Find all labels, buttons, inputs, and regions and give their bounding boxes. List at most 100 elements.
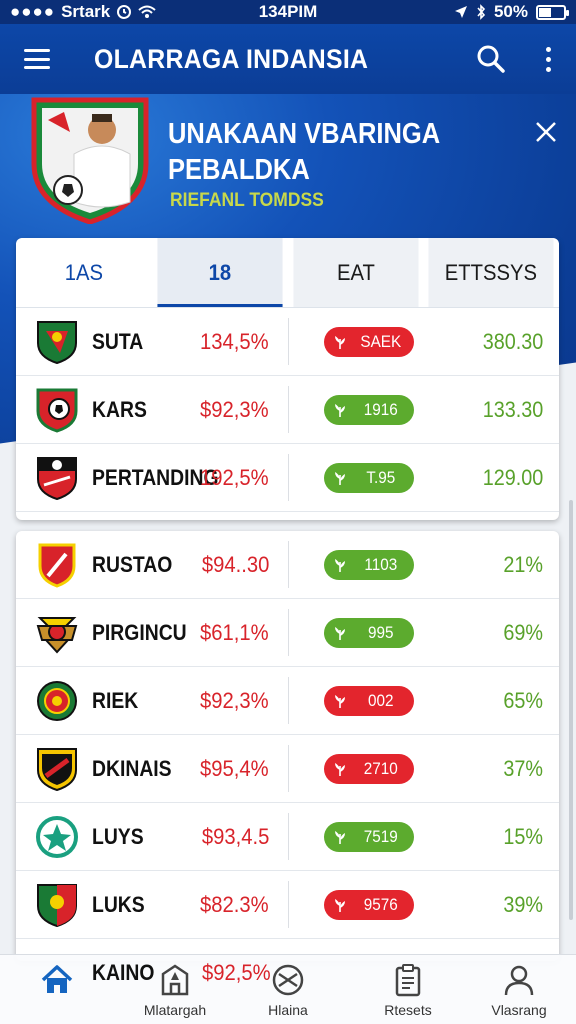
hero-title-line2: PEBALDKA	[168, 154, 310, 186]
status-pill[interactable]: 9576	[324, 889, 414, 920]
team-score: 37%	[503, 755, 543, 781]
nav-match-label: Hlaina	[268, 1002, 308, 1018]
team-percentage: $92,3%	[200, 396, 269, 422]
table-row[interactable]: RIEK $92,3% 002 65%	[16, 667, 559, 735]
team-name: DKINAIS	[92, 755, 172, 781]
pill-value: 002	[368, 690, 394, 710]
row-divider	[288, 318, 289, 365]
tab-eat[interactable]: EAT	[292, 238, 418, 307]
app-title: OLARRAGA INDANSIA	[94, 43, 369, 74]
signal-dots-icon: ●●●●	[10, 2, 56, 21]
leaf-icon	[327, 465, 353, 491]
battery-icon	[536, 4, 569, 20]
team-percentage: $61,1%	[200, 619, 269, 645]
table-row[interactable]: PIRGINCU $61,1% 995 69%	[16, 599, 559, 667]
tab-1as[interactable]: 1AS	[21, 238, 147, 307]
home-icon	[41, 965, 73, 993]
app-bar: OLARRAGA INDANSIA	[0, 24, 576, 94]
row-divider	[288, 745, 289, 792]
nav-stadium[interactable]: Mlatargah	[120, 962, 230, 1018]
nav-results[interactable]: Rtesets	[353, 962, 463, 1018]
nav-home[interactable]	[2, 962, 112, 1002]
table-row[interactable]: SUTA 134,5% SAEK 380.30	[16, 308, 559, 376]
row-divider	[288, 881, 289, 928]
status-pill[interactable]: 1103	[324, 549, 414, 580]
leaf-icon	[327, 688, 353, 714]
team-badge-icon	[36, 678, 78, 724]
tab-ettssys[interactable]: ETTSSYS	[428, 238, 554, 307]
status-pill[interactable]: 002	[324, 685, 414, 716]
team-name: PIRGINCU	[92, 619, 187, 645]
team-badge-icon	[36, 455, 78, 501]
table-row[interactable]: LUKS $82.3% 9576 39%	[16, 871, 559, 939]
tab-18[interactable]: 18	[157, 238, 283, 307]
status-pill[interactable]: T.95	[324, 462, 414, 493]
search-icon[interactable]	[476, 44, 506, 74]
team-score: 380.30	[482, 328, 543, 354]
nav-profile[interactable]: Vlasrang	[464, 962, 574, 1018]
nav-match[interactable]: Hlaina	[233, 962, 343, 1018]
pill-value: SAEK	[360, 331, 402, 351]
team-badge-icon	[36, 319, 78, 365]
status-pill[interactable]: SAEK	[324, 326, 414, 357]
pill-value: 7519	[363, 826, 398, 846]
profile-icon	[504, 965, 534, 996]
team-name: RUSTAO	[92, 551, 173, 577]
pill-value: 2710	[363, 758, 398, 778]
team-score: 21%	[503, 551, 543, 577]
menu-icon[interactable]	[24, 49, 50, 69]
close-icon[interactable]	[534, 120, 558, 144]
battery-level-fill	[539, 7, 551, 17]
row-divider	[288, 454, 289, 501]
row-divider	[288, 677, 289, 724]
status-pill[interactable]: 1916	[324, 394, 414, 425]
standings-list-top: SUTA 134,5% SAEK 380.30 KARS $92,3% 1916 133.30…	[16, 308, 559, 512]
pill-value: 1103	[364, 554, 398, 574]
battery-percent: 50%	[493, 2, 528, 21]
leaf-icon	[327, 824, 353, 850]
row-divider	[288, 813, 289, 860]
team-score: 133.30	[482, 396, 543, 422]
table-row[interactable]: RUSTAO $94..30 1103 21%	[16, 531, 559, 599]
team-badge-icon	[36, 746, 78, 792]
stadium-icon	[161, 964, 189, 996]
status-bar: ●●●● Srtark 134PIM 50%	[0, 0, 576, 24]
standings-list-bottom: RUSTAO $94..30 1103 21% PIRGINCU $61,1% 995 69%…	[16, 531, 559, 939]
nav-profile-label: Vlasrang	[491, 1002, 547, 1018]
hero-title-line1: UNAKAAN VBARINGA	[168, 118, 441, 150]
status-pill[interactable]: 995	[324, 617, 414, 648]
team-percentage: $94..30	[201, 551, 269, 577]
hero-title: UNAKAAN VBARINGA PEBALDKA	[168, 116, 458, 188]
table-row[interactable]: KARS $92,3% 1916 133.30	[16, 376, 559, 444]
more-options-icon[interactable]	[538, 44, 558, 74]
scrollbar[interactable]	[569, 500, 573, 920]
team-badge-icon	[36, 387, 78, 433]
leaf-icon	[327, 892, 353, 918]
team-name: RIEK	[92, 687, 139, 713]
pill-value: 1916	[363, 399, 398, 419]
hero-subtitle: RIEFANL TOMDSS	[170, 190, 324, 211]
leaf-icon	[327, 756, 353, 782]
table-row[interactable]: PERTANDING 192,5% T.95 129.00	[16, 444, 559, 512]
tab-bar: 1AS 18 EAT ETTSSYS	[16, 238, 559, 308]
table-row[interactable]: LUYS $93,4.5 7519 15%	[16, 803, 559, 871]
standings-card: 1AS 18 EAT ETTSSYS SUTA 134,5% SAEK 380.30 K…	[16, 238, 559, 520]
team-percentage: 192,5%	[200, 464, 269, 490]
nav-results-label: Rtesets	[384, 1002, 432, 1018]
status-right: 50%	[366, 2, 569, 22]
status-pill[interactable]: 2710	[324, 753, 414, 784]
carrier-label: Srtark	[61, 2, 111, 21]
team-percentage: $93,4.5	[201, 823, 269, 849]
clipboard-icon	[395, 964, 421, 997]
team-name: SUTA	[92, 328, 144, 354]
leaf-icon	[327, 552, 353, 578]
status-pill[interactable]: 7519	[324, 821, 414, 852]
team-name: LUKS	[92, 891, 145, 917]
sync-icon	[117, 5, 132, 19]
leaf-icon	[327, 620, 353, 646]
team-score: 129.00	[482, 464, 543, 490]
team-score: 65%	[503, 687, 543, 713]
wifi-icon	[138, 5, 156, 18]
table-row[interactable]: DKINAIS $95,4% 2710 37%	[16, 735, 559, 803]
leaf-icon	[327, 329, 353, 355]
